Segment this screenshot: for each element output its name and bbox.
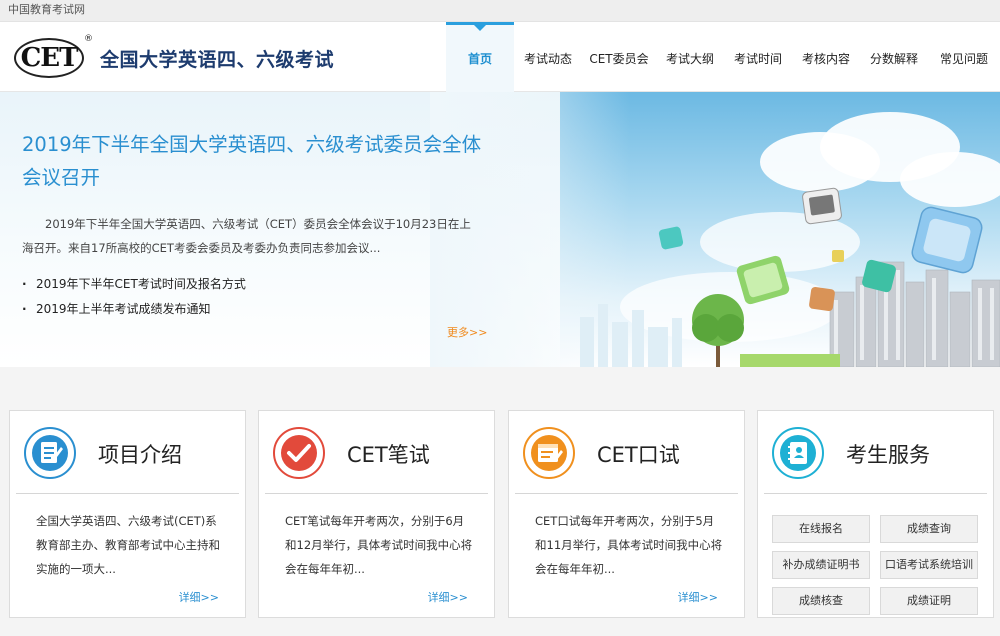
cet-logo[interactable]: CET ® bbox=[14, 34, 93, 80]
oral-exam-training-button[interactable]: 口语考试系统培训 bbox=[880, 551, 978, 579]
city-cubes-illustration bbox=[580, 187, 1000, 367]
logo-registered-mark: ® bbox=[84, 34, 93, 44]
header: CET ® 全国大学英语四、六级考试 首页 考试动态 CET委员会 考试大纲 考… bbox=[0, 22, 1000, 92]
nav-faq[interactable]: 常见问题 bbox=[928, 22, 1000, 92]
online-registration-button[interactable]: 在线报名 bbox=[772, 515, 870, 543]
nav-cet-committee[interactable]: CET委员会 bbox=[582, 22, 656, 92]
card-project-intro: 项目介绍 全国大学英语四、六级考试(CET)系教育部主办、教育部考试中心主持和实… bbox=[9, 410, 246, 618]
score-query-button[interactable]: 成绩查询 bbox=[880, 515, 978, 543]
top-bar: 中国教育考试网 bbox=[0, 0, 1000, 22]
news-item[interactable]: 2019年上半年考试成绩发布通知 bbox=[22, 297, 462, 322]
card-title[interactable]: CET笔试 bbox=[347, 439, 430, 469]
service-button-grid: 在线报名 成绩查询 补办成绩证明书 口语考试系统培训 成绩核查 成绩证明 bbox=[772, 515, 978, 615]
hero-banner: 2019年下半年全国大学英语四、六级考试委员会全体会议召开 2019年下半年全国… bbox=[0, 92, 1000, 367]
document-icon bbox=[24, 427, 76, 479]
nav-syllabus[interactable]: 考试大纲 bbox=[656, 22, 724, 92]
banner-headline[interactable]: 2019年下半年全国大学英语四、六级考试委员会全体会议召开 bbox=[22, 128, 492, 194]
card-divider bbox=[16, 493, 239, 494]
nav-exam-time[interactable]: 考试时间 bbox=[724, 22, 792, 92]
card-description: CET笔试每年开考两次，分别于6月和12月举行，具体考试时间我中心将会在每年年初… bbox=[285, 514, 473, 576]
address-book-icon bbox=[772, 427, 824, 479]
site-name-link[interactable]: 中国教育考试网 bbox=[8, 3, 85, 16]
score-certificate-button[interactable]: 成绩证明 bbox=[880, 587, 978, 615]
main-nav: 首页 考试动态 CET委员会 考试大纲 考试时间 考核内容 分数解释 常见问题 bbox=[446, 22, 1000, 92]
banner-summary: 2019年下半年全国大学英语四、六级考试（CET）委员会全体会议于10月23日在… bbox=[22, 217, 471, 255]
nav-exam-content[interactable]: 考核内容 bbox=[792, 22, 860, 92]
card-details-link[interactable]: 详细>> bbox=[678, 589, 718, 605]
nav-exam-news[interactable]: 考试动态 bbox=[514, 22, 582, 92]
nav-score-explanation[interactable]: 分数解释 bbox=[860, 22, 928, 92]
nav-home[interactable]: 首页 bbox=[446, 22, 514, 92]
news-item[interactable]: 2019年下半年CET考试时间及报名方式 bbox=[22, 272, 462, 297]
card-title[interactable]: 考生服务 bbox=[846, 439, 930, 469]
score-verification-button[interactable]: 成绩核查 bbox=[772, 587, 870, 615]
card-title[interactable]: CET口试 bbox=[597, 439, 680, 469]
card-details-link[interactable]: 详细>> bbox=[428, 589, 468, 605]
banner-more-link[interactable]: 更多>> bbox=[447, 324, 487, 340]
card-candidate-services: 考生服务 在线报名 成绩查询 补办成绩证明书 口语考试系统培训 成绩核查 成绩证… bbox=[757, 410, 994, 618]
checkmark-icon bbox=[273, 427, 325, 479]
card-divider bbox=[515, 493, 738, 494]
card-details-link[interactable]: 详细>> bbox=[179, 589, 219, 605]
card-description: CET口试每年开考两次，分别于5月和11月举行，具体考试时间我中心将会在每年年初… bbox=[535, 514, 723, 576]
card-cet-spoken: CET口试 CET口试每年开考两次，分别于5月和11月举行，具体考试时间我中心将… bbox=[508, 410, 745, 618]
card-divider bbox=[265, 493, 488, 494]
card-cet-written: CET笔试 CET笔试每年开考两次，分别于6月和12月举行，具体考试时间我中心将… bbox=[258, 410, 495, 618]
form-edit-icon bbox=[523, 427, 575, 479]
card-title[interactable]: 项目介绍 bbox=[98, 439, 182, 469]
logo-text: CET bbox=[20, 43, 79, 73]
reissue-certificate-button[interactable]: 补办成绩证明书 bbox=[772, 551, 870, 579]
site-title: 全国大学英语四、六级考试 bbox=[100, 49, 335, 71]
card-divider bbox=[764, 493, 987, 494]
banner-news-list: 2019年下半年CET考试时间及报名方式 2019年上半年考试成绩发布通知 bbox=[22, 272, 462, 322]
card-description: 全国大学英语四、六级考试(CET)系教育部主办、教育部考试中心主持和实施的一项大… bbox=[36, 514, 220, 576]
